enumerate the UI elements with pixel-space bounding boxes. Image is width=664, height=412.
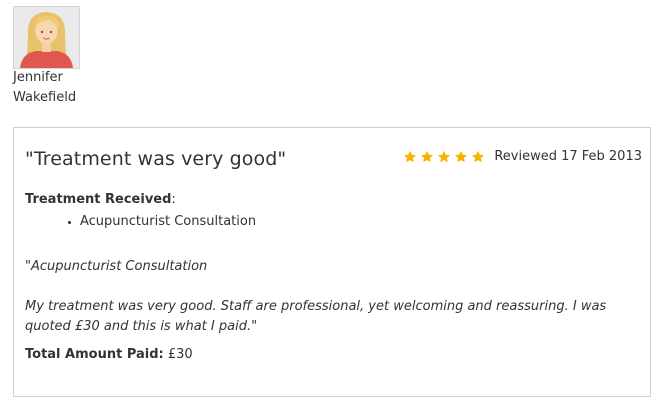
female-avatar-icon — [14, 7, 79, 68]
star-icon — [420, 150, 434, 164]
treatment-received-label-text: Treatment Received — [25, 192, 172, 207]
total-amount-paid-value: £30 — [163, 347, 193, 362]
total-amount-paid: Total Amount Paid: £30 — [25, 347, 193, 362]
treatment-received-colon: : — [171, 192, 176, 207]
treatment-list: Acupuncturist Consultation — [66, 212, 256, 232]
star-rating — [403, 150, 488, 164]
review-card: "Treatment was very good" Reviewed 17 Fe… — [13, 127, 651, 397]
total-amount-paid-label: Total Amount Paid: — [25, 347, 164, 362]
star-icon — [454, 150, 468, 164]
rating-row: Reviewed 17 Feb 2013 — [403, 149, 642, 164]
list-item: Acupuncturist Consultation — [66, 212, 256, 232]
star-icon — [437, 150, 451, 164]
star-icon — [471, 150, 485, 164]
review-quote-heading: "Acupuncturist Consultation — [25, 259, 208, 274]
reviewer-name: Jennifer Wakefield — [13, 68, 76, 108]
review-title: "Treatment was very good" — [25, 148, 287, 170]
reviewer-last-name: Wakefield — [13, 90, 77, 105]
reviewer-first-name: Jennifer — [13, 70, 63, 85]
review-quote-body: My treatment was very good. Staff are pr… — [25, 299, 607, 334]
treatment-received-label: Treatment Received: — [25, 192, 176, 207]
star-icon — [403, 150, 417, 164]
reviewer-avatar — [13, 6, 80, 69]
reviewed-date: Reviewed 17 Feb 2013 — [494, 149, 642, 164]
